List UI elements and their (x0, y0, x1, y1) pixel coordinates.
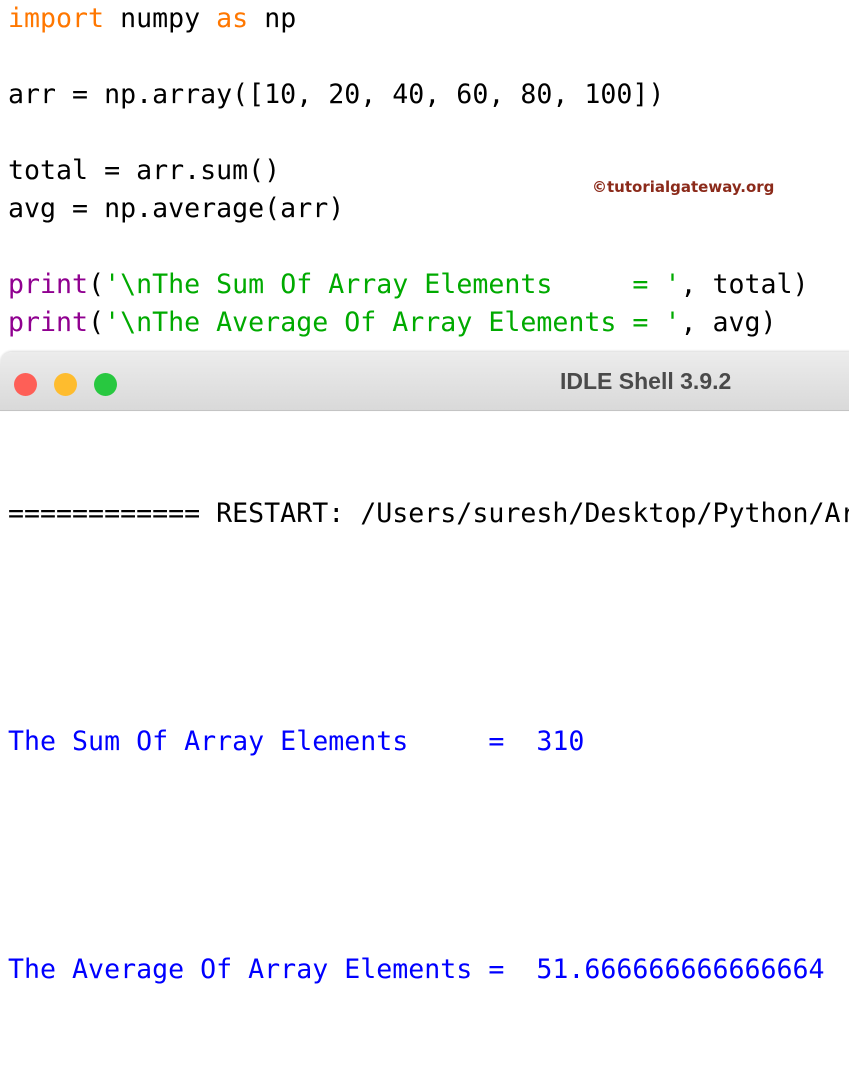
window-title: IDLE Shell 3.9.2 (560, 368, 731, 395)
title-bar[interactable]: IDLE Shell 3.9.2 (0, 352, 849, 411)
code-token: ( (88, 269, 104, 300)
code-line: print('\nThe Sum Of Array Elements = ', … (8, 266, 809, 304)
code-token: '\nThe Sum Of Array Elements = ' (104, 269, 680, 300)
idle-shell-window: IDLE Shell 3.9.2 ============ RESTART: /… (0, 352, 849, 615)
code-token: np (248, 3, 296, 34)
output-sum: The Sum Of Array Elements = 310 (8, 723, 849, 761)
watermark: ©tutorialgateway.org (592, 178, 774, 196)
close-button[interactable] (14, 373, 37, 396)
code-line (8, 38, 809, 76)
code-line (8, 228, 809, 266)
code-token: , avg) (680, 307, 776, 338)
zoom-button[interactable] (94, 373, 117, 396)
code-token: arr = np.array([10, 20, 40, 60, 80, 100]… (8, 79, 664, 110)
code-token: print (8, 307, 88, 338)
code-token: import (8, 3, 104, 34)
code-token: '\nThe Average Of Array Elements = ' (104, 307, 680, 338)
restart-line: ============ RESTART: /Users/suresh/Desk… (8, 495, 849, 533)
shell-output[interactable]: ============ RESTART: /Users/suresh/Desk… (8, 419, 849, 1065)
code-token: ( (88, 307, 104, 338)
code-editor[interactable]: import numpy as np arr = np.array([10, 20… (8, 0, 809, 342)
code-line: print('\nThe Average Of Array Elements =… (8, 304, 809, 342)
code-line: arr = np.array([10, 20, 40, 60, 80, 100]… (8, 76, 809, 114)
code-token: avg = np.average(arr) (8, 193, 344, 224)
code-line (8, 114, 809, 152)
code-token: numpy (104, 3, 216, 34)
code-token: , total) (680, 269, 808, 300)
output-average: The Average Of Array Elements = 51.66666… (8, 951, 849, 989)
code-token: as (216, 3, 248, 34)
code-token: total = arr.sum() (8, 155, 280, 186)
code-line: import numpy as np (8, 0, 809, 38)
code-token: print (8, 269, 88, 300)
minimize-button[interactable] (54, 373, 77, 396)
